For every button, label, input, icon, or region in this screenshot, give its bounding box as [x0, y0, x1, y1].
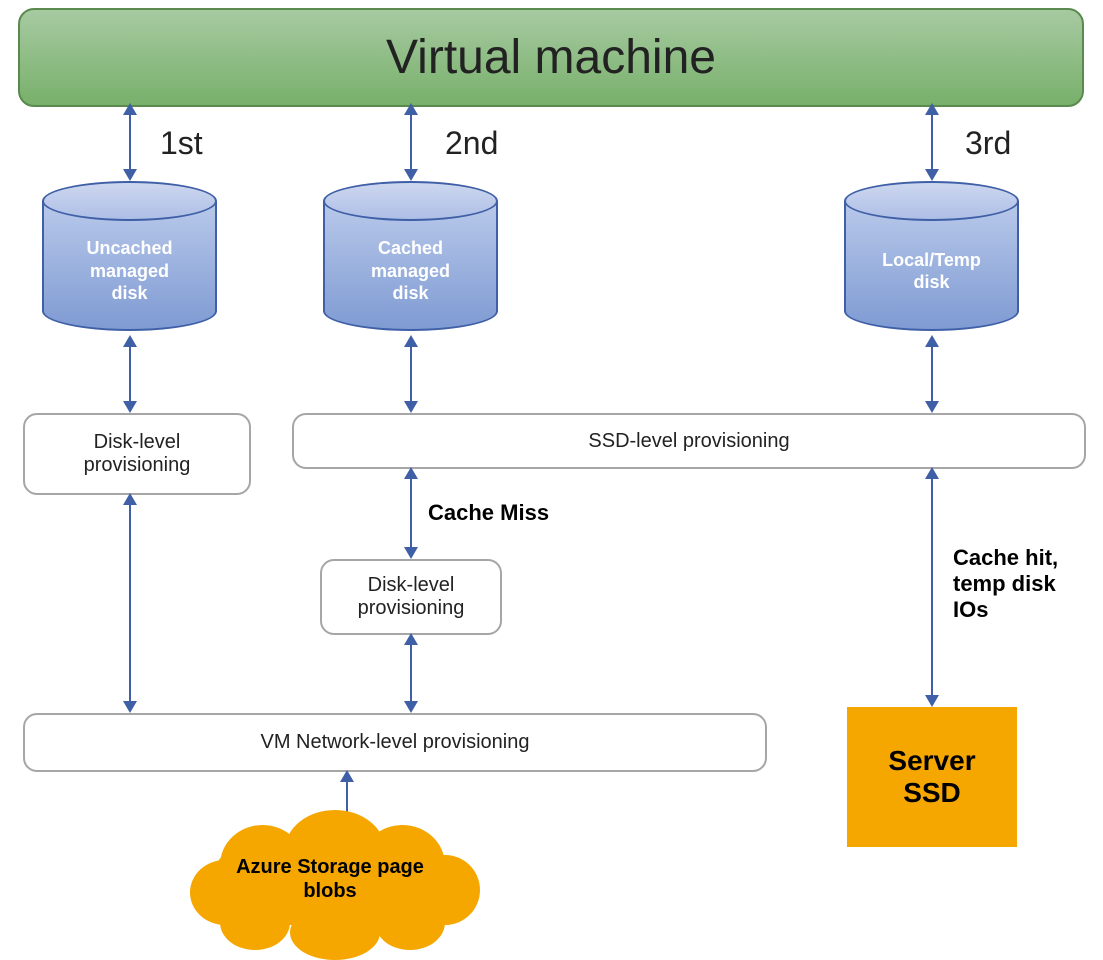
order-first-label: 1st	[160, 125, 203, 162]
cached-disk-cylinder: Cachedmanageddisk	[323, 181, 498, 331]
arrow-vm-local	[925, 103, 939, 181]
uncached-disk-cylinder: Uncachedmanageddisk	[42, 181, 217, 331]
arrow-cached-ssdlevel	[404, 335, 418, 413]
server-ssd-box: Server SSD	[847, 707, 1017, 847]
order-second-label: 2nd	[445, 125, 498, 162]
server-ssd-line2: SSD	[903, 777, 961, 809]
arrow-vm-cached	[404, 103, 418, 181]
cache-hit-label: Cache hit,temp disk IOs	[953, 545, 1083, 623]
arrow-disklevel-vmnetwork-left	[123, 493, 137, 713]
vm-network-provisioning-box: VM Network-level provisioning	[23, 713, 767, 772]
virtual-machine-label: Virtual machine	[386, 30, 716, 85]
server-ssd-line1: Server	[888, 745, 975, 777]
arrow-ssd-serverssd	[925, 467, 939, 707]
ssd-level-provisioning-box: SSD-level provisioning	[292, 413, 1086, 469]
arrow-local-ssdlevel	[925, 335, 939, 413]
local-disk-label: Local/Tempdisk	[882, 237, 981, 294]
uncached-disk-label: Uncachedmanageddisk	[86, 225, 172, 305]
vm-network-provisioning-label: VM Network-level provisioning	[261, 731, 530, 754]
disk-level-provisioning-mid-box: Disk-levelprovisioning	[320, 559, 502, 635]
disk-level-provisioning-left-box: Disk-levelprovisioning	[23, 413, 251, 495]
disk-level-provisioning-left-label: Disk-levelprovisioning	[84, 431, 191, 477]
arrow-uncached-disklevel	[123, 335, 137, 413]
azure-storage-cloud-label: Azure Storage pageblobs	[190, 855, 470, 903]
azure-storage-cloud: Azure Storage pageblobs	[190, 800, 470, 950]
virtual-machine-box: Virtual machine	[18, 8, 1084, 107]
arrow-disklevel-vmnetwork-mid	[404, 633, 418, 713]
cached-disk-label: Cachedmanageddisk	[371, 225, 450, 305]
ssd-level-provisioning-label: SSD-level provisioning	[588, 430, 789, 453]
disk-level-provisioning-mid-label: Disk-levelprovisioning	[358, 574, 465, 620]
arrow-vm-uncached	[123, 103, 137, 181]
cache-miss-label: Cache Miss	[428, 500, 549, 526]
arrow-ssd-cachemiss	[404, 467, 418, 559]
order-third-label: 3rd	[965, 125, 1011, 162]
local-disk-cylinder: Local/Tempdisk	[844, 181, 1019, 331]
